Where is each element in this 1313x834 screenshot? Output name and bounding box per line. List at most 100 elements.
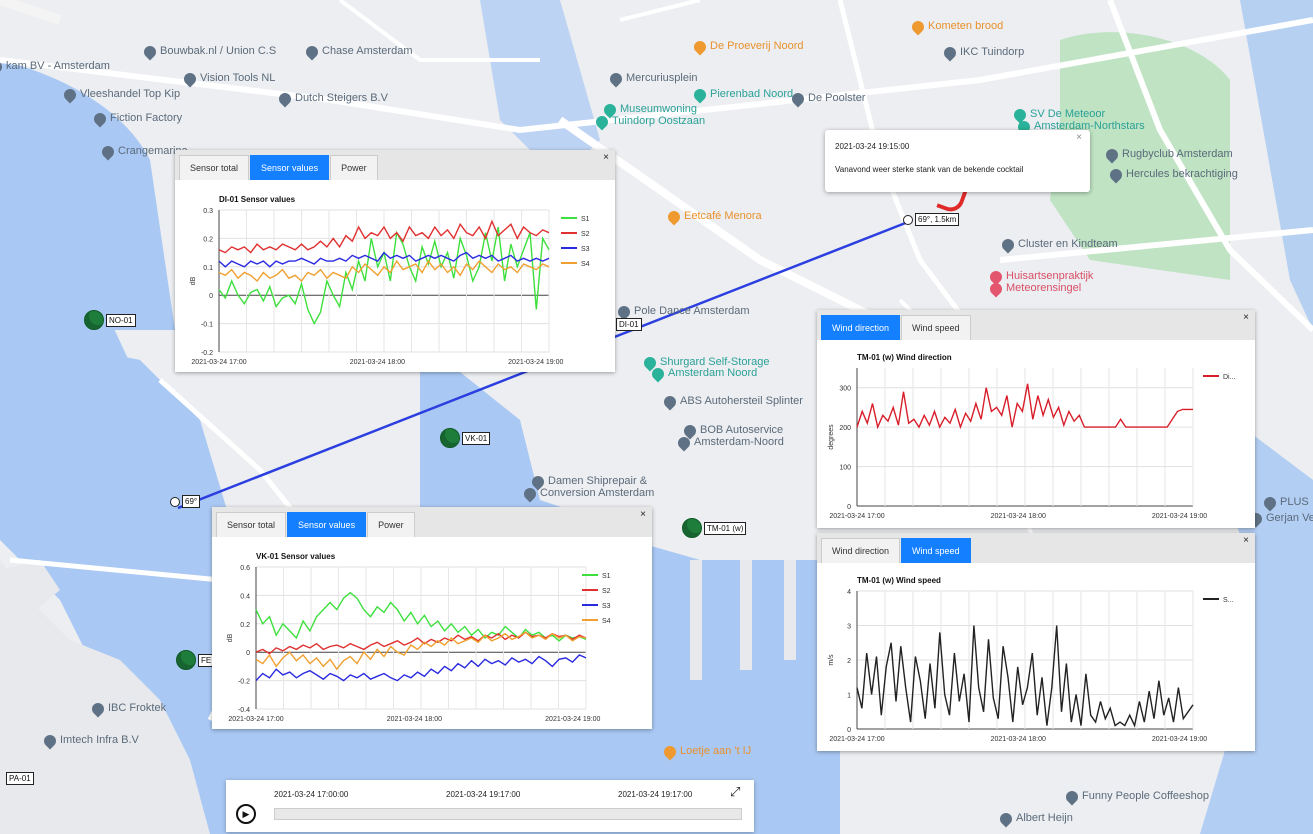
map-place-label[interactable]: Loetje aan 't IJ: [680, 745, 751, 757]
chart-title: DI-01 Sensor values: [219, 195, 296, 204]
y-tick-label: 0: [246, 650, 250, 657]
bearing-target[interactable]: 69°, 1.5km: [903, 213, 960, 226]
map-place-label[interactable]: Amsterdam Noord: [668, 367, 757, 379]
map-place-label[interactable]: IKC Tuindorp: [960, 46, 1024, 58]
timeline-track[interactable]: [274, 808, 742, 820]
panel-close-button[interactable]: ×: [1243, 312, 1249, 323]
map-place-label[interactable]: Dutch Steigers B.V: [295, 92, 388, 104]
station-di-01[interactable]: DI-01: [616, 318, 642, 331]
station-marker-icon: [440, 428, 460, 448]
y-tick-label: 300: [839, 386, 851, 393]
popup-close-button[interactable]: ×: [1076, 132, 1082, 143]
map-place-label[interactable]: De Poolster: [808, 92, 865, 104]
wind-speed-chart[interactable]: TM-01 (w) Wind speed 0 1 2 3 4 2021-03-24 17:0…: [817, 563, 1255, 751]
tab-power[interactable]: Power: [330, 155, 378, 180]
di-sensor-chart[interactable]: DI-01 Sensor values -0.2 -0.1 0 0.1 0.2 0.3 202…: [175, 180, 615, 372]
map-place-label[interactable]: Albert Heijn: [1016, 812, 1073, 824]
y-tick-label: 0: [847, 727, 851, 734]
tab-wind-direction[interactable]: Wind direction: [821, 538, 901, 563]
map-place-label[interactable]: Conversion Amsterdam: [540, 487, 654, 499]
map-place-label[interactable]: Chase Amsterdam: [322, 45, 412, 57]
x-tick-label: 2021-03-24 18:00: [991, 513, 1046, 520]
map-place-label[interactable]: kam BV - Amsterdam: [6, 60, 110, 72]
map-place-label[interactable]: Huisartsenpraktijk: [1006, 270, 1093, 282]
map-place-label[interactable]: IBC Froktek: [108, 702, 166, 714]
map-place-label[interactable]: Rugbyclub Amsterdam: [1122, 148, 1233, 160]
y-tick-label: 100: [839, 465, 851, 472]
chart-title: TM-01 (w) Wind direction: [857, 353, 952, 362]
x-tick-label: 2021-03-24 18:00: [387, 716, 442, 723]
panel-close-button[interactable]: ×: [603, 152, 609, 163]
x-tick-label: 2021-03-24 17:00: [191, 359, 246, 366]
tab-sensor-values[interactable]: Sensor values: [250, 155, 330, 180]
map-place-label[interactable]: Damen Shiprepair &: [548, 475, 647, 487]
tab-sensor-total[interactable]: Sensor total: [216, 512, 287, 537]
map-place-label[interactable]: Cluster en Kindteam: [1018, 238, 1118, 250]
tab-wind-speed[interactable]: Wind speed: [901, 538, 971, 563]
station-pa-01[interactable]: PA-01: [6, 772, 34, 785]
map-place-label[interactable]: Fiction Factory: [110, 112, 182, 124]
chart-title: TM-01 (w) Wind speed: [857, 576, 941, 585]
wind-direction-chart[interactable]: TM-01 (w) Wind direction 0 100 200 300 2021-0…: [817, 340, 1255, 528]
y-tick-label: 4: [847, 589, 851, 596]
map-place-label[interactable]: Gerjan Ve: [1266, 512, 1313, 524]
map-place-label[interactable]: Hercules bekrachtiging: [1126, 168, 1238, 180]
map-place-label[interactable]: Kometen brood: [928, 20, 1003, 32]
map-place-label[interactable]: Amsterdam-Noord: [694, 436, 784, 448]
station-label: PA-01: [6, 772, 34, 785]
play-button[interactable]: ▶: [236, 804, 256, 824]
map-place-label[interactable]: Vision Tools NL: [200, 72, 275, 84]
panel-vk-01: Sensor total Sensor values Power × VK-01…: [212, 507, 652, 729]
x-tick-label: 2021-03-24 18:00: [350, 359, 405, 366]
expand-icon[interactable]: ⤢: [730, 784, 740, 800]
panel-tabs: Sensor total Sensor values Power ×: [212, 507, 652, 537]
y-axis-label: degrees: [828, 424, 835, 450]
station-vk-01[interactable]: VK-01: [440, 428, 491, 448]
map-place-label[interactable]: Museumwoning: [620, 103, 697, 115]
station-marker-icon: [84, 310, 104, 330]
station-no-01[interactable]: NO-01: [84, 310, 136, 330]
map-place-label[interactable]: Pierenbad Noord: [710, 88, 793, 100]
target-pin-icon: [903, 214, 913, 225]
station-marker-icon: [682, 518, 702, 538]
tab-wind-direction[interactable]: Wind direction: [821, 315, 901, 340]
panel-close-button[interactable]: ×: [640, 509, 646, 520]
legend-label: S4: [602, 618, 611, 625]
map-place-label[interactable]: Bouwbak.nl / Union C.S: [160, 45, 276, 57]
vk-sensor-chart[interactable]: VK-01 Sensor values -0.4 -0.2 0 0.2 0.4 0.6 202…: [212, 537, 652, 729]
map-place-label[interactable]: Meteorensingel: [1006, 282, 1081, 294]
map-place-label[interactable]: Funny People Coffeeshop: [1082, 790, 1209, 802]
y-tick-label: 0: [209, 293, 213, 300]
map-place-label[interactable]: Vleeshandel Top Kip: [80, 88, 180, 100]
tab-power[interactable]: Power: [367, 512, 415, 537]
map-place-label[interactable]: PLUS: [1280, 496, 1309, 508]
y-tick-label: 0.6: [240, 565, 250, 572]
tab-sensor-total[interactable]: Sensor total: [179, 155, 250, 180]
y-tick-label: 0.2: [203, 236, 213, 243]
map-place-label[interactable]: Imtech Infra B.V: [60, 734, 139, 746]
legend-label: S1: [581, 216, 590, 223]
legend-label: S4: [581, 261, 590, 268]
map-place-label[interactable]: Tuindorp Oostzaan: [612, 115, 705, 127]
map-place-label[interactable]: Mercuriusplein: [626, 72, 698, 84]
map-place-label[interactable]: De Proeverij Noord: [710, 40, 804, 52]
bearing-target-label: 69°, 1.5km: [915, 213, 960, 226]
station-tm-01[interactable]: TM-01 (w): [682, 518, 747, 538]
map-place-label[interactable]: SV De Meteoor: [1030, 108, 1105, 120]
bearing-origin[interactable]: 69°: [170, 495, 201, 508]
station-label: NO-01: [106, 313, 136, 327]
map-place-label[interactable]: ABS Autohersteil Splinter: [680, 395, 803, 407]
map-place-label[interactable]: Pole Dance Amsterdam: [634, 305, 750, 317]
station-marker-icon: [176, 650, 196, 670]
station-fe[interactable]: FE: [176, 650, 215, 670]
map-place-label[interactable]: Eetcafé Menora: [684, 210, 762, 222]
legend-label: S2: [602, 588, 611, 595]
map-place-label[interactable]: BOB Autoservice: [700, 424, 783, 436]
tab-sensor-values[interactable]: Sensor values: [287, 512, 367, 537]
y-tick-label: 0.4: [240, 593, 250, 600]
y-tick-label: 0: [847, 504, 851, 511]
x-tick-label: 2021-03-24 17:00: [829, 513, 884, 520]
tab-wind-speed[interactable]: Wind speed: [901, 315, 971, 340]
x-tick-label: 2021-03-24 19:00: [1152, 513, 1207, 520]
panel-close-button[interactable]: ×: [1243, 535, 1249, 546]
